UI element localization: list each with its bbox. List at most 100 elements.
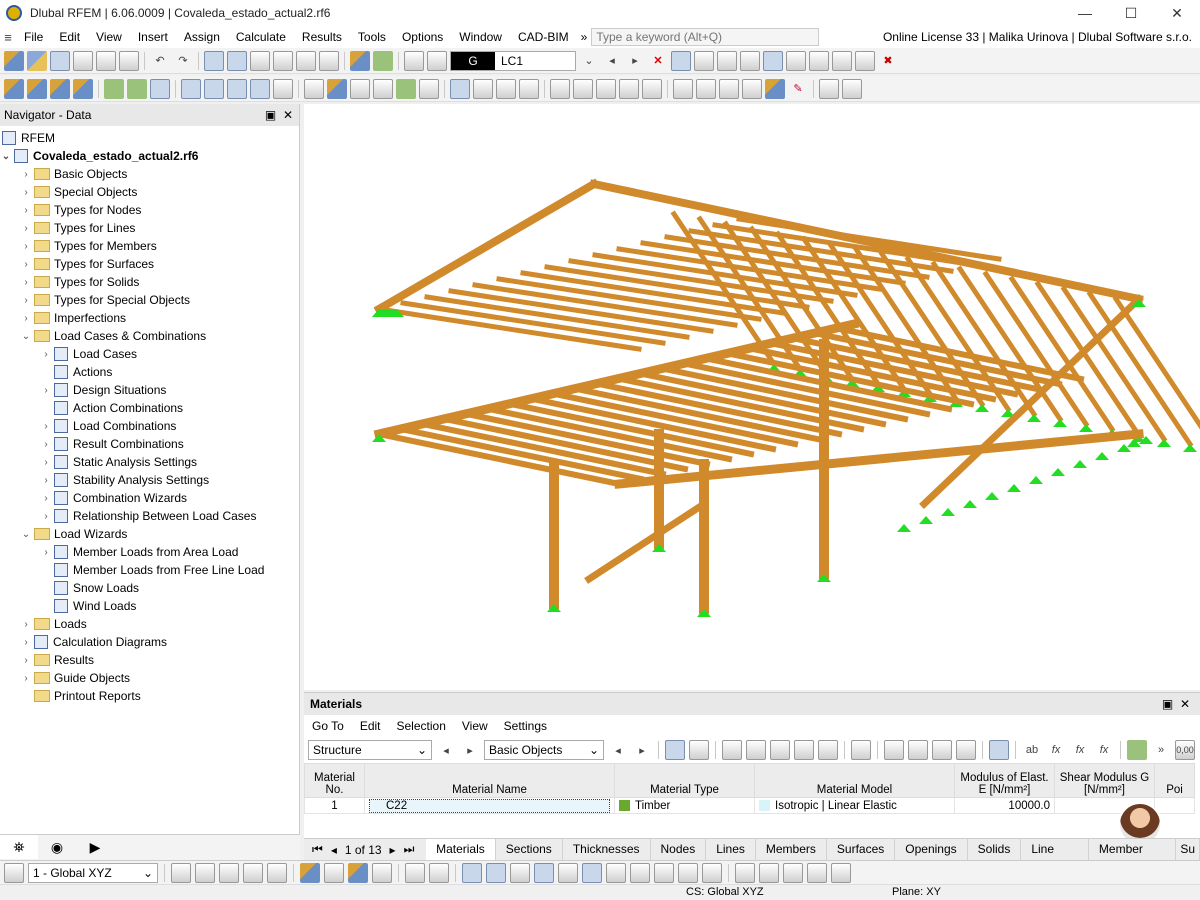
mirror-tool-icon[interactable] <box>596 78 616 99</box>
sidebar-item-design-situations[interactable]: › Design Situations <box>0 381 299 399</box>
chevron-right-icon[interactable]: › <box>40 511 52 522</box>
navigator-toggle-icon[interactable] <box>204 50 224 71</box>
mat-menu-edit[interactable]: Edit <box>352 719 389 733</box>
prev-page-icon[interactable]: ◂ <box>331 843 337 857</box>
col-shear-modulus[interactable]: Shear Modulus G [N/mm²] <box>1054 763 1155 798</box>
col-material-no[interactable]: Material No. <box>304 763 365 798</box>
sidebar-item-load-cases-combinations[interactable]: ⌄ Load Cases & Combinations <box>0 327 299 345</box>
render-icon[interactable] <box>300 862 320 883</box>
copy-row-icon[interactable] <box>794 740 814 760</box>
filter-red-icon[interactable]: ✖ <box>878 51 898 71</box>
chevron-right-icon[interactable]: › <box>40 439 52 450</box>
import-icon[interactable] <box>884 740 904 760</box>
support-marker[interactable] <box>1027 414 1041 422</box>
chevron-right-icon[interactable]: › <box>40 547 52 558</box>
insert-row-icon[interactable] <box>746 740 766 760</box>
support-marker[interactable] <box>1007 484 1021 492</box>
snap-intersection-icon[interactable] <box>582 862 602 883</box>
line-tool-icon[interactable] <box>27 78 47 99</box>
snap-object-icon[interactable] <box>486 862 506 883</box>
divide-tool-icon[interactable] <box>696 78 716 99</box>
arrow-left-icon[interactable]: ◂ <box>436 740 456 760</box>
snap-midpoint-icon[interactable] <box>654 862 674 883</box>
opening-tool-icon[interactable] <box>204 78 224 99</box>
minimize-button[interactable]: — <box>1062 0 1108 26</box>
sidebar-item-types-for-solids[interactable]: › Types for Solids <box>0 273 299 291</box>
cell-no[interactable]: 1 <box>304 797 365 814</box>
support-marker[interactable] <box>975 404 989 412</box>
display-tab-icon[interactable]: ◉ <box>38 835 76 859</box>
first-page-icon[interactable]: ⏮ <box>312 842 323 857</box>
numbering-icon[interactable] <box>405 862 425 883</box>
support-marker[interactable] <box>1051 468 1065 476</box>
last-page-icon[interactable]: ⏭ <box>404 842 415 857</box>
light-icon[interactable] <box>348 862 368 883</box>
load-icon[interactable] <box>350 50 370 71</box>
load-case-selector[interactable]: G LC1 <box>450 50 576 71</box>
grid-icon[interactable] <box>763 50 783 71</box>
close-panel-icon[interactable]: ✕ <box>1180 697 1190 711</box>
display-layer-icon[interactable] <box>783 862 803 883</box>
tree-root[interactable]: RFEM <box>0 129 299 147</box>
brace[interactable] <box>584 499 709 584</box>
chevron-right-icon[interactable]: › <box>20 241 32 252</box>
mat-menu-view[interactable]: View <box>454 719 496 733</box>
save-icon[interactable] <box>73 50 93 71</box>
col-material-type[interactable]: Material Type <box>614 763 755 798</box>
data-tab-icon[interactable]: ⛯ <box>0 835 38 859</box>
table-icon[interactable] <box>722 740 742 760</box>
section-icon[interactable] <box>786 50 806 71</box>
console-icon[interactable] <box>296 50 316 71</box>
load-case-icon[interactable] <box>427 50 447 71</box>
mat-menu-goto[interactable]: Go To <box>304 719 352 733</box>
col-material-model[interactable]: Material Model <box>754 763 955 798</box>
tab-members[interactable]: Members <box>756 839 827 860</box>
select-icon[interactable] <box>665 740 685 760</box>
join-tool-icon[interactable] <box>719 78 739 99</box>
chevron-right-icon[interactable]: › <box>40 385 52 396</box>
sidebar-item-load-wizards[interactable]: ⌄ Load Wizards <box>0 525 299 543</box>
snap-center-icon[interactable] <box>558 862 578 883</box>
sidebar-item-snow-loads[interactable]: Snow Loads <box>0 579 299 597</box>
extend-tool-icon[interactable] <box>742 78 762 99</box>
chevron-down-icon[interactable]: ⌄ <box>579 51 599 71</box>
snap-perpendicular-icon[interactable] <box>606 862 626 883</box>
chevron-right-icon[interactable]: › <box>20 619 32 630</box>
cell-type-wrap[interactable]: Timber <box>614 797 755 814</box>
wall-tool-icon[interactable] <box>273 78 293 99</box>
dimension-tool-icon[interactable] <box>473 78 493 99</box>
script-icon[interactable] <box>273 50 293 71</box>
display-window-icon[interactable] <box>807 862 827 883</box>
view-front-icon[interactable] <box>195 862 215 883</box>
chevron-right-icon[interactable]: › <box>40 457 52 468</box>
chevron-right-icon[interactable]: › <box>20 313 32 324</box>
chevron-right-icon[interactable]: › <box>40 421 52 432</box>
table-row[interactable]: 1 C22 Timber Isotropic | Linear Elastic … <box>304 797 1195 814</box>
snap-guide-icon[interactable] <box>702 862 722 883</box>
menu-window[interactable]: Window <box>451 26 510 48</box>
rotate-tool-icon[interactable] <box>573 78 593 99</box>
menu-view[interactable]: View <box>88 26 130 48</box>
arrow-right-icon[interactable]: ▸ <box>460 740 480 760</box>
snap-grid-icon[interactable] <box>462 862 482 883</box>
menu-edit[interactable]: Edit <box>51 26 88 48</box>
redo-icon[interactable]: ↷ <box>173 51 193 71</box>
menu-calculate[interactable]: Calculate <box>228 26 294 48</box>
chevron-right-icon[interactable]: › <box>20 655 32 666</box>
support-marker[interactable] <box>941 508 955 516</box>
results-icon[interactable] <box>373 50 393 71</box>
structure-dropdown[interactable]: Structure ⌄ <box>308 740 432 760</box>
mat-menu-settings[interactable]: Settings <box>496 719 555 733</box>
support-marker[interactable] <box>1053 419 1067 427</box>
text-format-icon[interactable]: ab <box>1022 740 1042 760</box>
chevron-right-icon[interactable]: › <box>20 295 32 306</box>
sidebar-item-loads[interactable]: › Loads <box>0 615 299 633</box>
support-marker[interactable] <box>1095 452 1109 460</box>
hinge-tool-icon[interactable] <box>327 78 347 99</box>
menu-insert[interactable]: Insert <box>130 26 176 48</box>
arrow-right-icon[interactable]: ▸ <box>632 740 652 760</box>
chevron-right-icon[interactable]: › <box>20 277 32 288</box>
sidebar-item-actions[interactable]: Actions <box>0 363 299 381</box>
table-tool-icon[interactable] <box>373 78 393 99</box>
sidebar-item-wind-loads[interactable]: Wind Loads <box>0 597 299 615</box>
